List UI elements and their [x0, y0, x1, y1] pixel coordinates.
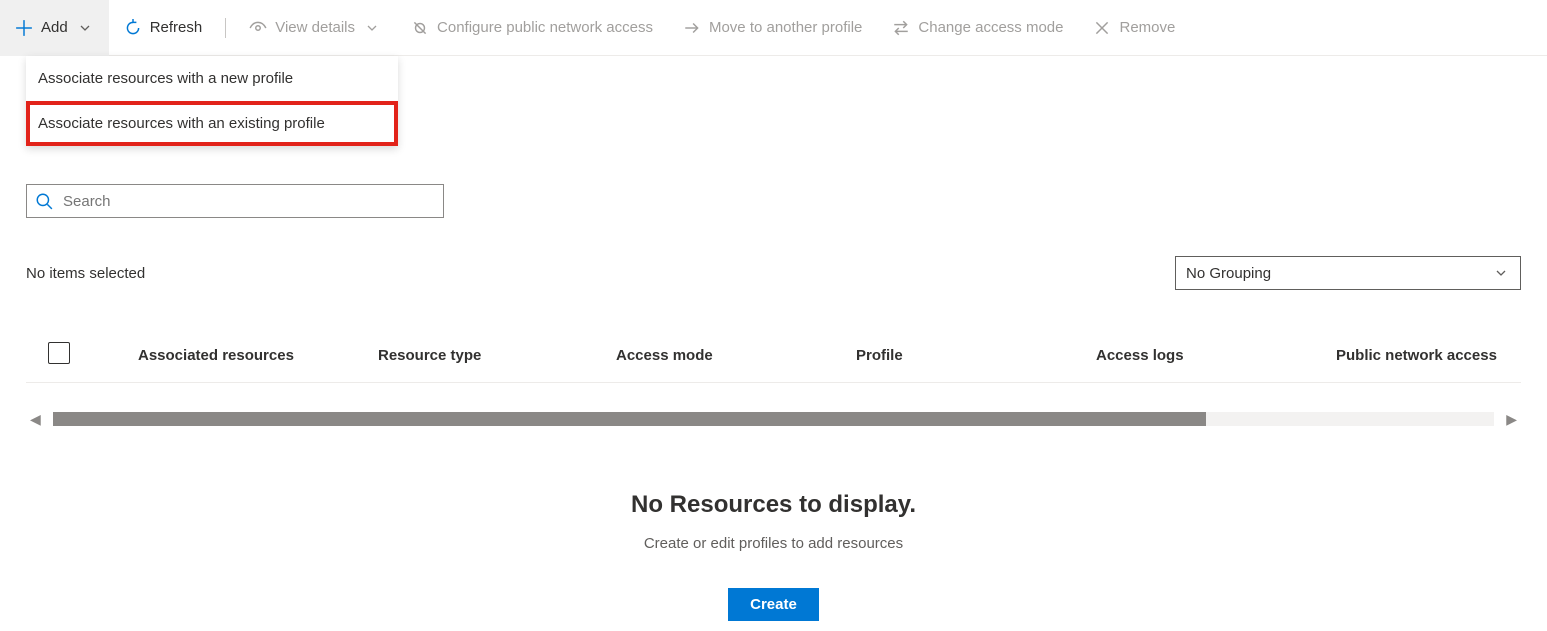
refresh-icon: [124, 19, 142, 37]
selection-status: No items selected: [26, 265, 145, 282]
empty-state: No Resources to display. Create or edit …: [26, 491, 1521, 621]
view-details-label: View details: [275, 19, 355, 36]
scroll-track[interactable]: [53, 412, 1494, 426]
horizontal-scrollbar[interactable]: ◀ ▶: [26, 407, 1521, 431]
empty-subtitle: Create or edit profiles to add resources: [26, 535, 1521, 552]
plus-icon: [15, 19, 33, 37]
col-resource-type[interactable]: Resource type: [378, 347, 616, 364]
swap-icon: [892, 19, 910, 37]
plug-icon: [411, 19, 429, 37]
configure-pna-button: Configure public network access: [396, 0, 668, 56]
move-label: Move to another profile: [709, 19, 862, 36]
view-details-button: View details: [234, 0, 396, 56]
move-profile-button: Move to another profile: [668, 0, 877, 56]
table-header-row: Associated resources Resource type Acces…: [26, 328, 1521, 383]
scroll-thumb[interactable]: [53, 412, 1206, 426]
close-icon: [1093, 19, 1111, 37]
col-associated-resources[interactable]: Associated resources: [138, 347, 378, 364]
add-label: Add: [41, 19, 68, 36]
select-all-cell: [26, 342, 138, 368]
add-menu-new-profile[interactable]: Associate resources with a new profile: [26, 56, 398, 101]
chevron-down-icon: [1492, 264, 1510, 282]
search-input[interactable]: [61, 192, 435, 211]
col-access-logs[interactable]: Access logs: [1096, 347, 1336, 364]
add-menu-existing-profile[interactable]: Associate resources with an existing pro…: [26, 101, 398, 146]
grouping-value: No Grouping: [1186, 265, 1271, 282]
empty-title: No Resources to display.: [26, 491, 1521, 519]
command-bar: Add Refresh View details Configure publi…: [0, 0, 1547, 56]
add-button[interactable]: Add: [0, 0, 109, 56]
add-dropdown-menu: Associate resources with a new profile A…: [26, 56, 398, 146]
chevron-down-icon: [76, 19, 94, 37]
separator: [225, 18, 226, 38]
col-access-mode[interactable]: Access mode: [616, 347, 856, 364]
change-access-mode-button: Change access mode: [877, 0, 1078, 56]
chevron-down-icon: [363, 19, 381, 37]
remove-button: Remove: [1078, 0, 1190, 56]
remove-label: Remove: [1119, 19, 1175, 36]
search-box[interactable]: [26, 184, 444, 218]
select-all-checkbox[interactable]: [48, 342, 70, 364]
refresh-button[interactable]: Refresh: [109, 0, 218, 56]
col-profile[interactable]: Profile: [856, 347, 1096, 364]
create-button[interactable]: Create: [728, 588, 819, 621]
eye-icon: [249, 19, 267, 37]
scroll-left-icon[interactable]: ◀: [26, 411, 45, 428]
scroll-right-icon[interactable]: ▶: [1502, 411, 1521, 428]
col-public-network-access[interactable]: Public network access: [1336, 347, 1521, 364]
configure-label: Configure public network access: [437, 19, 653, 36]
change-mode-label: Change access mode: [918, 19, 1063, 36]
arrow-right-icon: [683, 19, 701, 37]
search-icon: [35, 192, 53, 210]
refresh-label: Refresh: [150, 19, 203, 36]
grouping-dropdown[interactable]: No Grouping: [1175, 256, 1521, 290]
